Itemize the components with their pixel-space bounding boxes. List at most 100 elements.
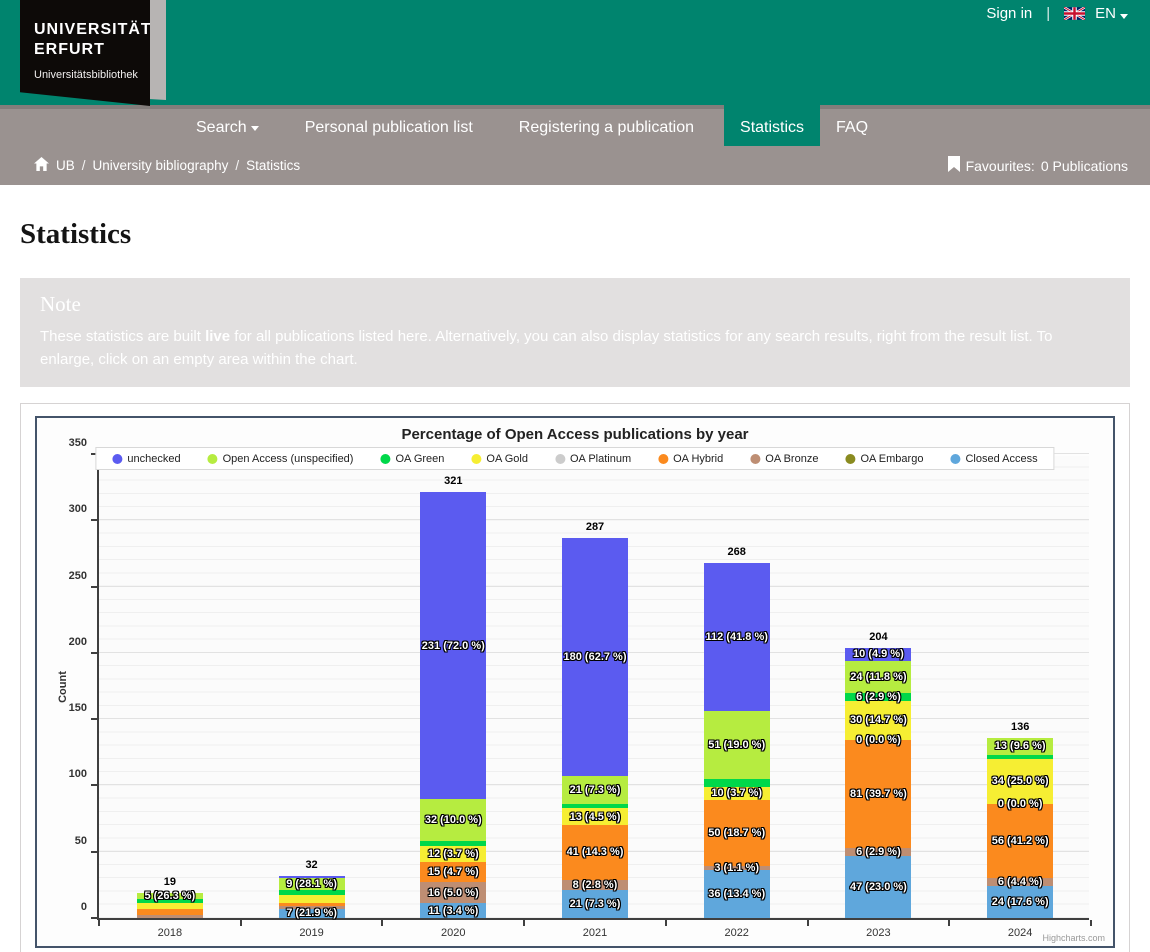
y-axis-tick-label: 100 [47, 768, 87, 780]
nav-item-registering-a-publication[interactable]: Registering a publication [503, 109, 710, 146]
bar-segment-open-access-unspecified--2019[interactable]: 9 (28.1 %) [279, 878, 345, 890]
bar-2023: 10 (4.9 %)24 (11.8 %)6 (2.9 %)30 (14.7 %… [845, 648, 911, 918]
plot-area[interactable]: Count 0501001502002503003502018201920202… [97, 456, 1089, 920]
breadcrumb-ub[interactable]: UB [56, 158, 75, 173]
bar-segment-open-access-unspecified--2018[interactable]: 5 (26.3 %) [137, 893, 203, 900]
legend-marker-icon [950, 454, 960, 464]
bar-segment-open-access-unspecified--2023[interactable]: 24 (11.8 %) [845, 661, 911, 693]
nav-item-statistics[interactable]: Statistics [724, 105, 820, 146]
bar-2020: 231 (72.0 %) 32 (10.0 %) 12 (3.7 %) 15 (4.7… [420, 492, 486, 918]
bar-2019: 9 (28.1 %) 7 (21.9 %) [279, 876, 345, 918]
bar-segment-oa-bronze-2018[interactable] [137, 915, 203, 918]
bar-segment-oa-gold-2020[interactable]: 12 (3.7 %) [420, 846, 486, 862]
bar-data-label: 6 (4.4 %) [998, 876, 1043, 888]
bar-segment-oa-hybrid-2022[interactable]: 50 (18.7 %) [704, 800, 770, 866]
bar-segment-unchecked-2021[interactable]: 180 (62.7 %) [562, 538, 628, 777]
legend-item-oa-green[interactable]: OA Green [380, 453, 444, 465]
home-icon[interactable] [34, 157, 49, 174]
bar-2022: 112 (41.8 %) 51 (19.0 %) 10 (3.7 %) 50 (18.… [704, 563, 770, 918]
bar-segment-unchecked-2023[interactable]: 10 (4.9 %) [845, 648, 911, 661]
bar-segment-oa-green-2022[interactable] [704, 779, 770, 787]
highcharts-credit[interactable]: Highcharts.com [1042, 933, 1105, 943]
x-axis-tick [665, 920, 667, 926]
x-axis-tick [381, 920, 383, 926]
legend-item-oa-gold[interactable]: OA Gold [471, 453, 528, 465]
legend-label: OA Green [395, 453, 444, 465]
caret-down-icon [1120, 14, 1128, 19]
language-dropdown[interactable]: EN [1095, 5, 1128, 22]
favourites-count: 0 Publications [1041, 158, 1128, 174]
x-axis-category-label: 2022 [666, 927, 808, 939]
legend-item-oa-embargo[interactable]: OA Embargo [845, 453, 923, 465]
bar-data-label: 21 (7.3 %) [570, 898, 621, 910]
bar-segment-closed-access-2020[interactable]: 11 (3.4 %) [420, 903, 486, 918]
sign-in-link[interactable]: Sign in [986, 5, 1032, 22]
nav-item-search[interactable]: Search [180, 109, 275, 146]
y-axis-tick [91, 851, 97, 853]
y-axis-tick [91, 784, 97, 786]
bar-data-label: 112 (41.8 %) [706, 631, 768, 643]
bar-segment-oa-hybrid-2018[interactable] [137, 909, 203, 916]
bar-segment-oa-bronze-2023[interactable]: 6 (2.9 %) [845, 848, 911, 856]
bar-segment-oa-hybrid-2020[interactable]: 15 (4.7 %) [420, 862, 486, 882]
bar-data-label: 81 (39.7 %) [850, 788, 907, 800]
legend-item-closed-access[interactable]: Closed Access [950, 453, 1037, 465]
bar-segment-oa-gold-2022[interactable]: 10 (3.7 %) [704, 787, 770, 800]
legend-label: Open Access (unspecified) [223, 453, 354, 465]
university-logo[interactable]: UNIVERSITÄT ERFURT Universitätsbibliothe… [20, 0, 172, 112]
bar-2024: 13 (9.6 %)34 (25.0 %)0 (0.0 %)56 (41.2 %… [987, 738, 1053, 918]
y-axis-tick-label: 300 [47, 503, 87, 515]
legend-item-oa-platinum[interactable]: OA Platinum [555, 453, 631, 465]
legend-marker-icon [380, 454, 390, 464]
logo-subtitle: Universitätsbibliothek [34, 69, 150, 81]
bar-data-label: 3 (1.1 %) [714, 862, 759, 874]
bar-segment-oa-bronze-2021[interactable]: 8 (2.8 %) [562, 880, 628, 891]
x-axis-tick [240, 920, 242, 926]
legend-item-oa-bronze[interactable]: OA Bronze [750, 453, 818, 465]
nav-item-faq[interactable]: FAQ [820, 109, 884, 146]
x-axis-tick [523, 920, 525, 926]
note-box: Note These statistics are built live for… [20, 278, 1130, 387]
legend-label: unchecked [127, 453, 180, 465]
bar-segment-oa-hybrid-2021[interactable]: 41 (14.3 %) [562, 825, 628, 879]
favourites[interactable]: Favourites: 0 Publications [948, 156, 1128, 175]
bar-segment-oa-gold-2021[interactable]: 13 (4.5 %) [562, 808, 628, 825]
logo-line2: ERFURT [34, 40, 150, 60]
nav-item-personal-publication-list[interactable]: Personal publication list [289, 109, 489, 146]
bar-segment-oa-green-2023[interactable]: 6 (2.9 %) [845, 693, 911, 701]
bar-2018: 5 (26.3 %) [137, 893, 203, 918]
legend-item-oa-hybrid[interactable]: OA Hybrid [658, 453, 723, 465]
bar-segment-open-access-unspecified--2020[interactable]: 32 (10.0 %) [420, 799, 486, 841]
bar-segment-closed-access-2019[interactable]: 7 (21.9 %) [279, 909, 345, 918]
bar-data-label: 50 (18.7 %) [708, 827, 765, 839]
legend-item-unchecked[interactable]: unchecked [112, 453, 180, 465]
bar-segment-oa-hybrid-2024[interactable]: 56 (41.2 %) [987, 804, 1053, 878]
bar-data-label: 15 (4.7 %) [428, 866, 479, 878]
bar-data-label: 32 (10.0 %) [425, 814, 482, 826]
bar-segment-oa-hybrid-2023[interactable]: 81 (39.7 %) [845, 740, 911, 847]
stack-total-label: 204 [869, 631, 887, 643]
bar-segment-open-access-unspecified--2021[interactable]: 21 (7.3 %) [562, 776, 628, 804]
y-axis-tick [91, 652, 97, 654]
legend-item-open-access-unspecified-[interactable]: Open Access (unspecified) [208, 453, 354, 465]
logo-box: UNIVERSITÄT ERFURT Universitätsbibliothe… [20, 0, 150, 106]
y-axis-tick-label: 50 [47, 835, 87, 847]
bar-data-label: 12 (3.7 %) [428, 848, 479, 860]
breadcrumb-university-bibliography[interactable]: University bibliography [93, 158, 229, 173]
bar-data-label: 21 (7.3 %) [570, 784, 621, 796]
bar-segment-closed-access-2021[interactable]: 21 (7.3 %) [562, 890, 628, 918]
legend-label: OA Platinum [570, 453, 631, 465]
bar-segment-oa-bronze-2020[interactable]: 16 (5.0 %) [420, 882, 486, 903]
main-content: Statistics Note These statistics are bui… [0, 218, 1150, 952]
bar-segment-closed-access-2023[interactable]: 47 (23.0 %) [845, 856, 911, 918]
bar-segment-unchecked-2020[interactable]: 231 (72.0 %) [420, 492, 486, 798]
bar-segment-oa-bronze-2024[interactable]: 6 (4.4 %) [987, 878, 1053, 886]
legend-label: OA Hybrid [673, 453, 723, 465]
bar-segment-oa-gold-2019[interactable] [279, 895, 345, 903]
bar-segment-open-access-unspecified--2024[interactable]: 13 (9.6 %) [987, 738, 1053, 755]
bar-segment-closed-access-2022[interactable]: 36 (13.4 %) [704, 870, 770, 918]
bar-segment-unchecked-2022[interactable]: 112 (41.8 %) [704, 563, 770, 711]
bar-segment-open-access-unspecified--2022[interactable]: 51 (19.0 %) [704, 711, 770, 779]
bar-segment-closed-access-2024[interactable]: 24 (17.6 %) [987, 886, 1053, 918]
chart-box[interactable]: Percentage of Open Access publications b… [35, 416, 1115, 948]
